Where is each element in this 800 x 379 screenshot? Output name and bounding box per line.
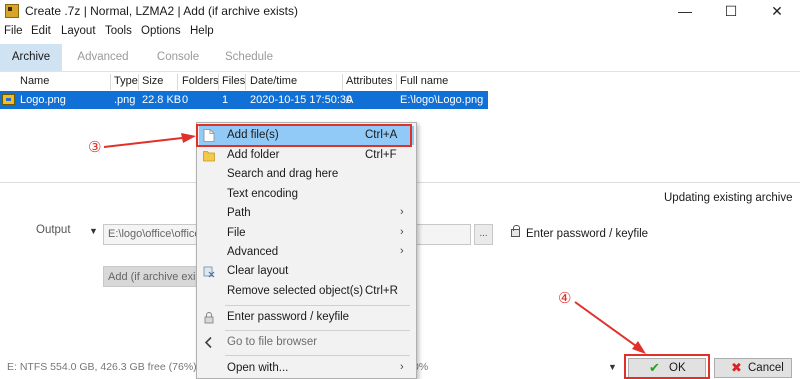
menu-item-label: Remove selected object(s)	[227, 285, 364, 297]
password-link[interactable]: Enter password / keyfile	[526, 228, 648, 240]
menu-item-label: Clear layout	[227, 265, 289, 277]
lock-icon	[204, 312, 214, 324]
menu-item-go-to-browser[interactable]: Go to file browser	[199, 333, 414, 352]
column-files[interactable]: Files	[222, 75, 245, 87]
output-label: Output	[36, 224, 71, 236]
tab-schedule[interactable]: Schedule	[218, 44, 280, 71]
menu-item-text-encoding[interactable]: Text encoding	[199, 185, 414, 204]
tab-console[interactable]: Console	[150, 44, 206, 71]
menu-separator	[225, 305, 410, 306]
menu-item-label: Advanced	[227, 246, 279, 258]
cell-attributes: A	[346, 94, 354, 106]
column-full-name[interactable]: Full name	[400, 75, 448, 87]
column-size[interactable]: Size	[142, 75, 163, 87]
image-file-icon	[2, 94, 15, 105]
folder-icon	[203, 151, 215, 162]
menu-item-advanced[interactable]: Advanced ›	[199, 243, 414, 262]
lock-icon	[511, 225, 520, 237]
menu-item-clear-layout[interactable]: Clear layout	[199, 262, 414, 281]
cell-folders: 0	[182, 94, 189, 106]
menu-tools[interactable]: Tools	[105, 25, 132, 37]
minimize-button[interactable]: —	[662, 0, 708, 22]
menu-bar: File Edit Layout Tools Options Help	[0, 22, 800, 42]
annotation-arrowhead-4	[632, 341, 646, 354]
menu-item-shortcut: Ctrl+F	[365, 149, 397, 161]
menu-item-label: Enter password / keyfile	[227, 311, 350, 323]
column-divider	[342, 74, 343, 90]
cell-datetime: 2020-10-15 17:50:30	[250, 94, 353, 106]
cell-full-name: E:\logo\Logo.png	[400, 94, 484, 106]
cancel-button[interactable]: ✖ Cancel	[714, 358, 792, 378]
back-arrow-icon	[204, 336, 212, 349]
menu-edit[interactable]: Edit	[31, 25, 51, 37]
menu-item-label: Open with...	[227, 362, 289, 374]
column-divider	[177, 74, 178, 90]
disk-info: E: NTFS 554.0 GB, 426.3 GB free (76%)	[7, 361, 197, 373]
menu-item-label: File	[227, 227, 246, 239]
menu-separator	[225, 330, 410, 331]
context-menu: Add file(s) Ctrl+A Add folder Ctrl+F Sea…	[196, 122, 417, 379]
menu-file[interactable]: File	[4, 25, 23, 37]
menu-item-add-folder[interactable]: Add folder Ctrl+F	[199, 146, 414, 165]
menu-item-open-with[interactable]: Open with... ›	[199, 359, 414, 378]
column-divider	[218, 74, 219, 90]
menu-item-label: Text encoding	[227, 188, 298, 200]
app-icon	[5, 4, 19, 18]
cell-size: 22.8 KB	[142, 94, 182, 106]
table-row[interactable]: Logo.png .png 22.8 KB 0 1 2020-10-15 17:…	[0, 91, 488, 109]
column-name[interactable]: Name	[20, 75, 49, 87]
menu-item-label: Path	[227, 207, 251, 219]
update-mode-text: Updating existing archive	[664, 192, 793, 204]
browse-button[interactable]: ...	[474, 224, 493, 245]
menu-options[interactable]: Options	[141, 25, 181, 37]
submenu-arrow-icon: ›	[400, 361, 404, 373]
chevron-down-icon[interactable]: ▼	[608, 362, 617, 372]
window-title: Create .7z | Normal, LZMA2 | Add (if arc…	[25, 4, 298, 18]
menu-separator	[225, 355, 410, 356]
chevron-down-icon[interactable]: ▼	[89, 226, 98, 236]
cell-name: Logo.png	[20, 94, 66, 106]
title-bar: Create .7z | Normal, LZMA2 | Add (if arc…	[0, 0, 800, 22]
annotation-step-3: ③	[88, 138, 102, 156]
menu-item-remove-selected[interactable]: Remove selected object(s) Ctrl+R	[199, 282, 414, 301]
maximize-button[interactable]: ☐	[708, 0, 754, 22]
column-datetime[interactable]: Date/time	[250, 75, 297, 87]
menu-item-label: Go to file browser	[227, 336, 318, 348]
clear-layout-icon	[203, 266, 215, 278]
menu-item-label: Search and drag here	[227, 168, 339, 180]
annotation-arrow-4	[574, 301, 637, 347]
column-divider	[110, 74, 111, 90]
cell-files: 1	[222, 94, 229, 106]
menu-item-enter-password[interactable]: Enter password / keyfile	[199, 308, 414, 327]
menu-item-file[interactable]: File ›	[199, 224, 414, 243]
menu-item-shortcut: Ctrl+R	[365, 285, 398, 297]
column-divider	[396, 74, 397, 90]
tab-archive[interactable]: Archive	[0, 44, 62, 71]
column-attributes[interactable]: Attributes	[346, 75, 392, 87]
submenu-arrow-icon: ›	[400, 206, 404, 218]
annotation-highlight-ok	[624, 354, 710, 379]
submenu-arrow-icon: ›	[400, 226, 404, 238]
column-divider	[138, 74, 139, 90]
menu-item-path[interactable]: Path ›	[199, 204, 414, 223]
close-button[interactable]: ✕	[754, 0, 800, 22]
menu-item-search-drag[interactable]: Search and drag here	[199, 165, 414, 184]
tab-advanced[interactable]: Advanced	[70, 44, 136, 71]
menu-item-label: Add folder	[227, 149, 280, 161]
update-mode-select[interactable]: Add (if archive exists)	[103, 266, 201, 287]
column-type[interactable]: Type	[114, 75, 138, 87]
annotation-highlight-add-files	[196, 124, 412, 147]
annotation-step-4: ④	[558, 289, 572, 307]
menu-help[interactable]: Help	[190, 25, 214, 37]
tab-bar: Archive Advanced Console Schedule	[0, 44, 800, 72]
cancel-icon: ✖	[731, 360, 742, 375]
column-divider	[245, 74, 246, 90]
submenu-arrow-icon: ›	[400, 245, 404, 257]
cell-type: .png	[114, 94, 136, 106]
column-folders[interactable]: Folders	[182, 75, 219, 87]
cancel-label: Cancel	[748, 362, 784, 374]
menu-layout[interactable]: Layout	[61, 25, 96, 37]
